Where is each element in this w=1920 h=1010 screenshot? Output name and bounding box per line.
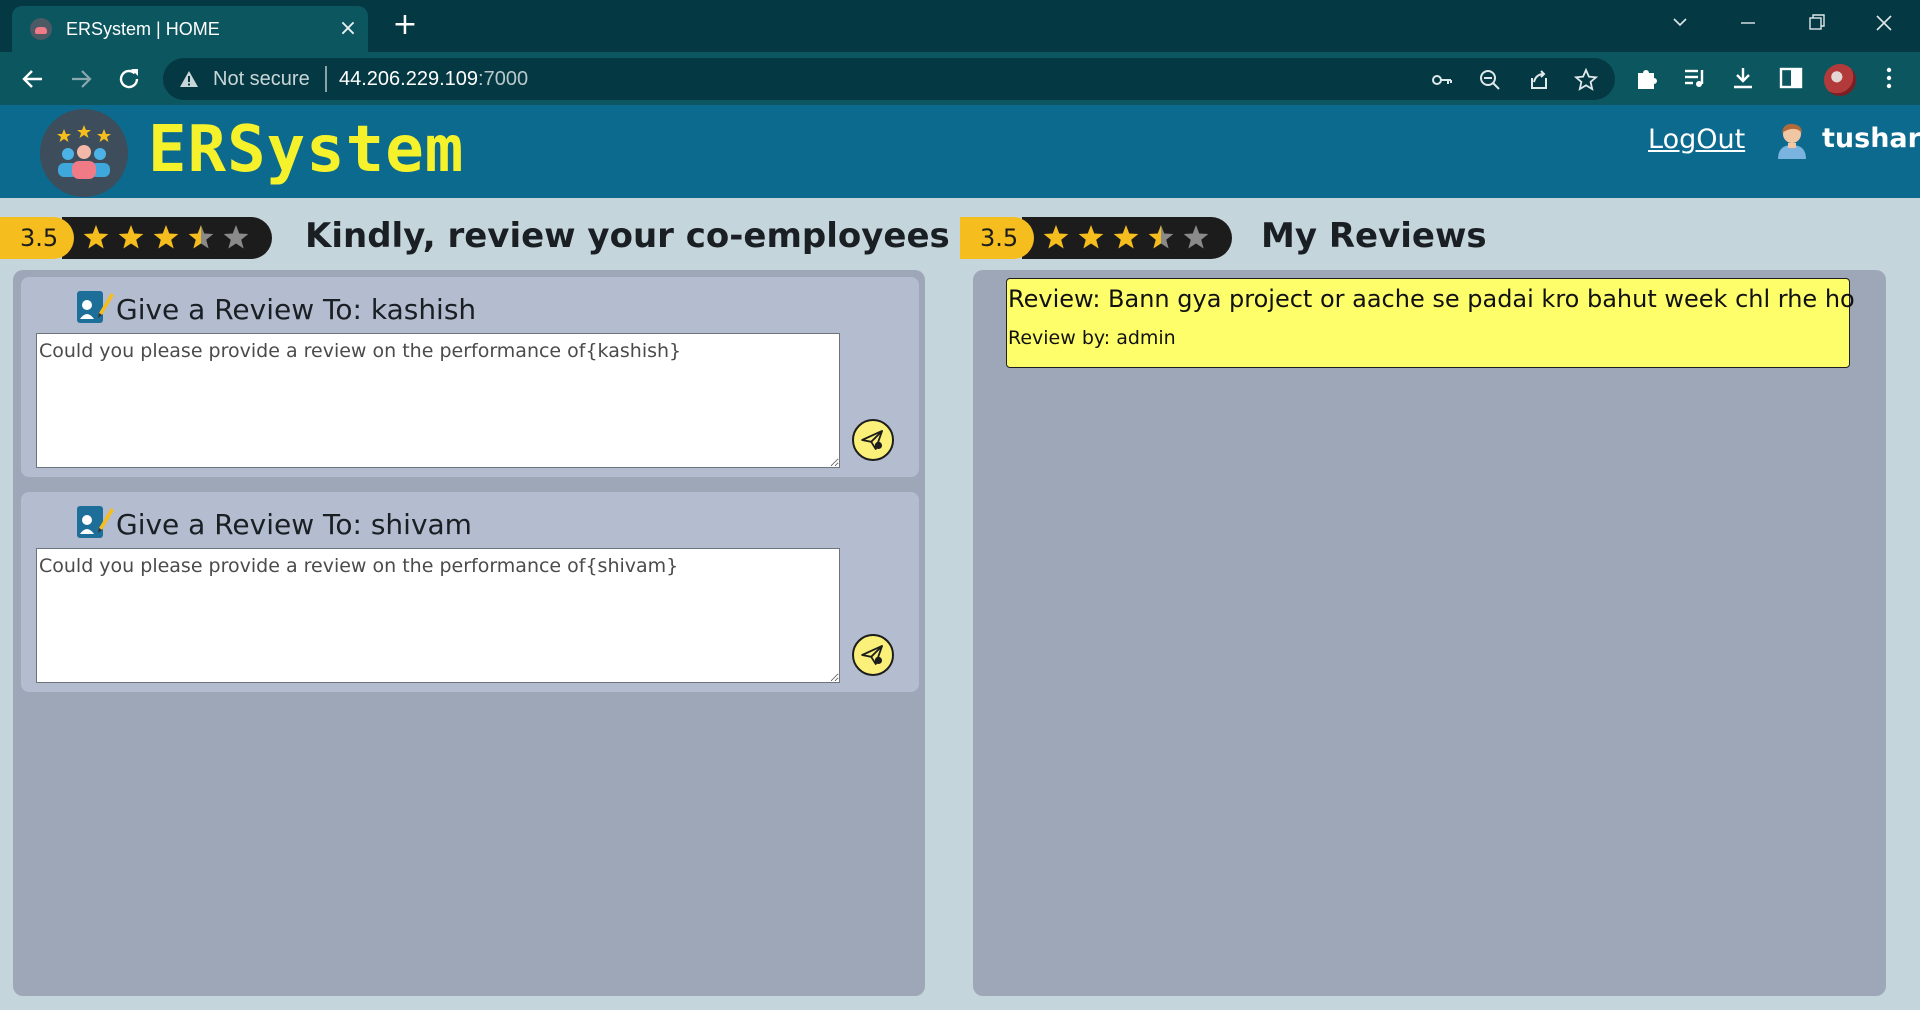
star-icon (188, 225, 214, 249)
profile-avatar[interactable] (1824, 64, 1856, 96)
star-icon (118, 225, 144, 249)
star-icon (83, 225, 109, 249)
user-avatar-icon (1778, 123, 1806, 159)
restore-icon[interactable] (1796, 8, 1836, 38)
give-review-panel: Give a Review To: kashish Give a Review … (13, 270, 925, 996)
tab-search-chevron-icon[interactable] (1660, 8, 1700, 38)
rating-score: 3.5 (0, 217, 74, 259)
extensions-puzzle-icon[interactable] (1634, 65, 1660, 91)
review-textarea[interactable] (36, 548, 840, 683)
media-control-icon[interactable] (1682, 65, 1708, 91)
username: tushar (1822, 123, 1920, 154)
forward-arrow-icon[interactable] (66, 64, 96, 94)
browser-tab[interactable]: ERSystem | HOME × (12, 6, 368, 52)
write-review-icon (77, 506, 114, 538)
browser-toolbar: Not secure 44.206.229.109:7000 (0, 52, 1920, 105)
reload-icon[interactable] (114, 64, 144, 94)
review-card-title: Give a Review To: shivam (116, 508, 472, 541)
review-item: Review: Bann gya project or aache se pad… (1006, 278, 1855, 368)
star-icon (153, 225, 179, 249)
tab-title: ERSystem | HOME (66, 19, 220, 39)
send-review-icon[interactable] (852, 634, 894, 676)
my-reviews-title: My Reviews (1261, 216, 1487, 256)
review-author: Review by: admin (1008, 327, 1176, 349)
back-arrow-icon[interactable] (18, 64, 48, 94)
url-port: :7000 (478, 68, 529, 90)
warning-triangle-icon (180, 71, 198, 87)
rating-stars (1043, 225, 1209, 249)
my-rating-right: 3.5 (960, 217, 1232, 259)
send-review-icon[interactable] (852, 419, 894, 461)
review-card-kashish: Give a Review To: kashish (21, 277, 919, 477)
review-coworkers-title: Kindly, review your co-employees (305, 216, 950, 256)
star-icon (1078, 225, 1104, 249)
star-icon (223, 225, 249, 249)
new-tab-icon[interactable]: + (392, 10, 418, 40)
close-tab-icon[interactable]: × (338, 18, 358, 40)
url-text[interactable]: 44.206.229.109:7000 (339, 68, 528, 91)
zoom-out-icon[interactable] (1478, 68, 1502, 92)
browser-tab-bar: ERSystem | HOME × + (0, 0, 1920, 52)
review-textarea[interactable] (36, 333, 840, 468)
rating-stars (83, 225, 249, 249)
rating-score: 3.5 (960, 217, 1034, 259)
key-icon[interactable] (1430, 68, 1454, 92)
url-host: 44.206.229.109 (339, 68, 479, 90)
minimize-icon[interactable] (1728, 8, 1768, 38)
site-favicon-icon (30, 18, 52, 40)
review-text: Review: Bann gya project or aache se pad… (1008, 285, 1855, 313)
close-window-icon[interactable] (1864, 8, 1904, 38)
download-icon[interactable] (1730, 65, 1756, 91)
my-reviews-panel: Review: Bann gya project or aache se pad… (973, 270, 1886, 996)
logout-link[interactable]: LogOut (1648, 124, 1745, 155)
ersystem-logo-icon (40, 109, 128, 197)
app-header: ERSystem LogOut tushar (0, 105, 1920, 198)
share-icon[interactable] (1526, 68, 1550, 92)
star-icon (1113, 225, 1139, 249)
bookmark-star-icon[interactable] (1574, 68, 1598, 92)
review-card-shivam: Give a Review To: shivam (21, 492, 919, 692)
star-icon (1043, 225, 1069, 249)
star-icon (1183, 225, 1209, 249)
write-review-icon (77, 291, 114, 323)
security-status: Not secure (213, 68, 310, 90)
review-card-title: Give a Review To: kashish (116, 293, 477, 326)
more-menu-icon[interactable] (1876, 65, 1902, 91)
brand-title: ERSystem (148, 113, 465, 187)
address-bar[interactable]: Not secure 44.206.229.109:7000 (163, 58, 1615, 100)
address-separator (325, 66, 327, 92)
star-icon (1148, 225, 1174, 249)
side-panel-icon[interactable] (1778, 65, 1804, 91)
my-rating-left: 3.5 (0, 217, 272, 259)
